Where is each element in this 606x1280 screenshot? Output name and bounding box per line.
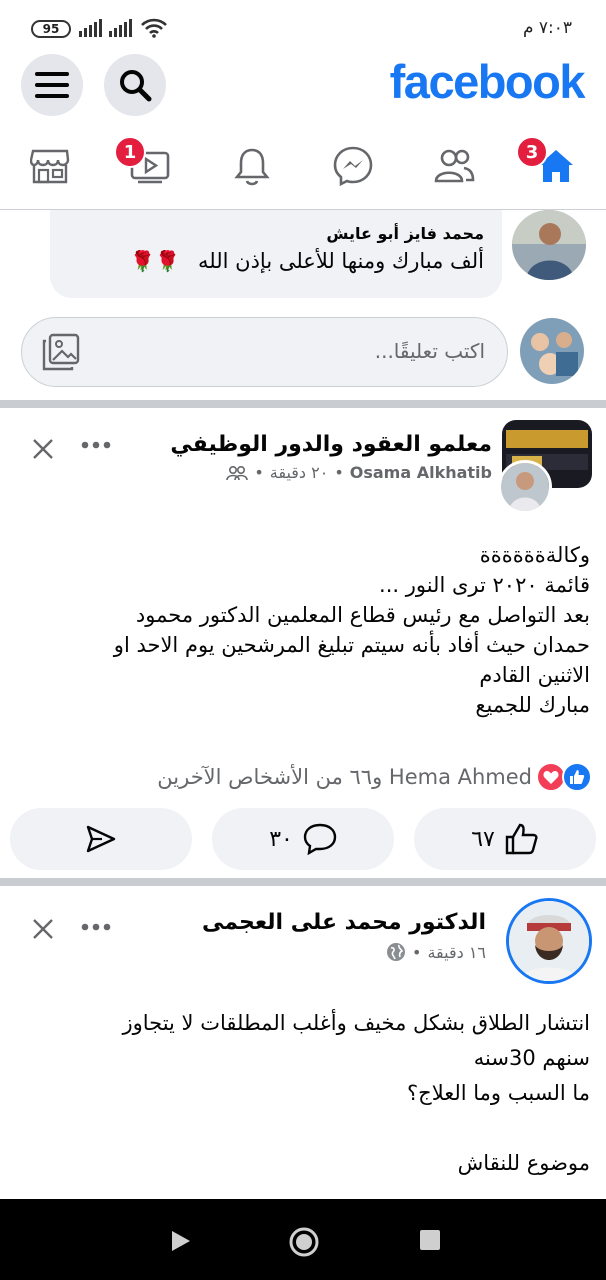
like-reaction-icon [562,762,592,792]
home-badge: 3 [516,136,548,168]
comment-placeholder: اكتب تعليقًا... [374,339,485,363]
more-options-icon[interactable] [80,438,114,452]
tab-bar: 3 1 [0,124,606,210]
comment-section: محمد فايز أبو عايش ألف مبارك ومنها للأعل… [0,210,606,400]
post-line: قائمة ٢٠٢٠ ترى النور ... [379,573,590,597]
close-icon[interactable] [32,918,54,940]
signal-icon-2 [109,19,132,37]
comment-text: ألف مبارك ومنها للأعلى بإذن الله [198,249,484,273]
watch-badge: 1 [114,136,146,168]
wifi-icon [141,18,167,38]
status-bar: 95 ٧:٠٣ م [0,0,606,48]
home-nav-icon[interactable] [287,1225,321,1259]
meta-dot: • [412,942,422,962]
marketplace-icon [30,149,70,184]
post-actions: ٦٧ ٣٠ [10,808,596,870]
comment-author[interactable]: محمد فايز أبو عايش [68,224,484,243]
post-body: انتشار الطلاق بشكل مخيف وأغلب المطلقات ل… [16,1006,590,1181]
comment-button[interactable]: ٣٠ [212,808,394,870]
recents-icon[interactable] [420,1230,440,1250]
comment-count: ٣٠ [269,826,293,852]
messenger-icon [333,146,373,186]
post-line: انتشار الطلاق بشكل مخيف وأغلب المطلقات ل… [122,1011,590,1035]
my-avatar[interactable] [520,318,584,384]
meta-dot-2: • [254,463,264,482]
post-author[interactable]: Osama Alkhatib [350,463,492,482]
comment-bubble: محمد فايز أبو عايش ألف مبارك ومنها للأعل… [50,210,502,298]
comment-input[interactable]: اكتب تعليقًا... [21,317,508,387]
globe-icon [387,943,406,961]
search-icon [120,70,152,102]
reactions-text: Hema Ahmed و٦٦ من الأشخاص الآخرين [157,765,532,789]
clock: ٧:٠٣ م [522,18,572,38]
post-line: سنهم 30سنه [473,1046,590,1070]
bell-icon [234,148,270,186]
battery-icon: 95 [31,20,71,38]
meta-dot: • [334,463,344,482]
post-line: موضوع للنقاش [457,1151,590,1175]
back-icon[interactable] [170,1229,192,1253]
post-divider [0,878,606,886]
system-nav-bar [0,1199,606,1280]
tab-watch[interactable]: 1 [114,136,180,196]
share-button[interactable] [10,808,192,870]
tab-notifications[interactable] [222,136,282,196]
post-line: ما السبب وما العلاج؟ [407,1081,590,1105]
post-body: وكالةةةةةةة قائمة ٢٠٢٠ ترى النور ... بعد… [16,540,590,720]
tab-home[interactable]: 3 [516,136,586,196]
group-privacy-icon [226,465,249,480]
comment-icon [303,823,337,855]
post-divider [0,400,606,408]
post-line: بعد التواصل مع رئيس قطاع المعلمين الدكتو… [135,603,590,627]
more-options-icon[interactable] [80,920,114,934]
app-header: facebook [0,48,606,124]
rose-emoji: 🌹🌹 [130,249,181,273]
tab-marketplace[interactable] [20,136,80,196]
post-line [16,1111,590,1146]
author-avatar[interactable] [506,898,592,984]
menu-button[interactable] [21,54,83,116]
post-meta: ١٦ دقيقة • [386,942,486,962]
like-count: ٦٧ [471,826,495,852]
commenter-avatar[interactable] [512,210,586,280]
reactions-summary[interactable]: Hema Ahmed و٦٦ من الأشخاص الآخرين [157,762,592,792]
close-icon[interactable] [32,438,54,460]
share-icon [86,825,116,853]
photo-icon[interactable] [40,332,82,372]
post-author[interactable]: الدكتور محمد على العجمى [202,910,486,935]
like-icon [505,823,538,855]
author-avatar[interactable] [498,460,552,514]
like-button[interactable]: ٦٧ [414,808,596,870]
post-time[interactable]: ٢٠ دقيقة [270,463,329,482]
menu-icon [35,72,69,98]
tab-friends[interactable] [424,136,484,196]
post-line: وكالةةةةةةة [479,543,590,567]
group-name[interactable]: معلمو العقود والدور الوظيفي [170,432,492,457]
friends-icon [434,149,475,183]
post-card: معلمو العقود والدور الوظيفي Osama Alkhat… [0,408,606,878]
search-button[interactable] [104,54,166,116]
signal-icon [79,19,102,37]
post-meta: Osama Alkhatib • ٢٠ دقيقة • [226,463,492,482]
post-line: الاثنين القادم [479,663,590,687]
tab-messenger[interactable] [323,136,383,196]
post-card: الدكتور محمد على العجمى ١٦ دقيقة • انتشا… [0,886,606,1199]
comment-body: ألف مبارك ومنها للأعلى بإذن الله 🌹🌹 [68,249,484,273]
post-line: مبارك للجميع [475,693,590,717]
post-time[interactable]: ١٦ دقيقة [427,943,486,962]
facebook-logo[interactable]: facebook [390,54,586,109]
post-line: حمدان حيث أفاد بأنه سيتم تبليغ المرشحين … [113,633,590,657]
